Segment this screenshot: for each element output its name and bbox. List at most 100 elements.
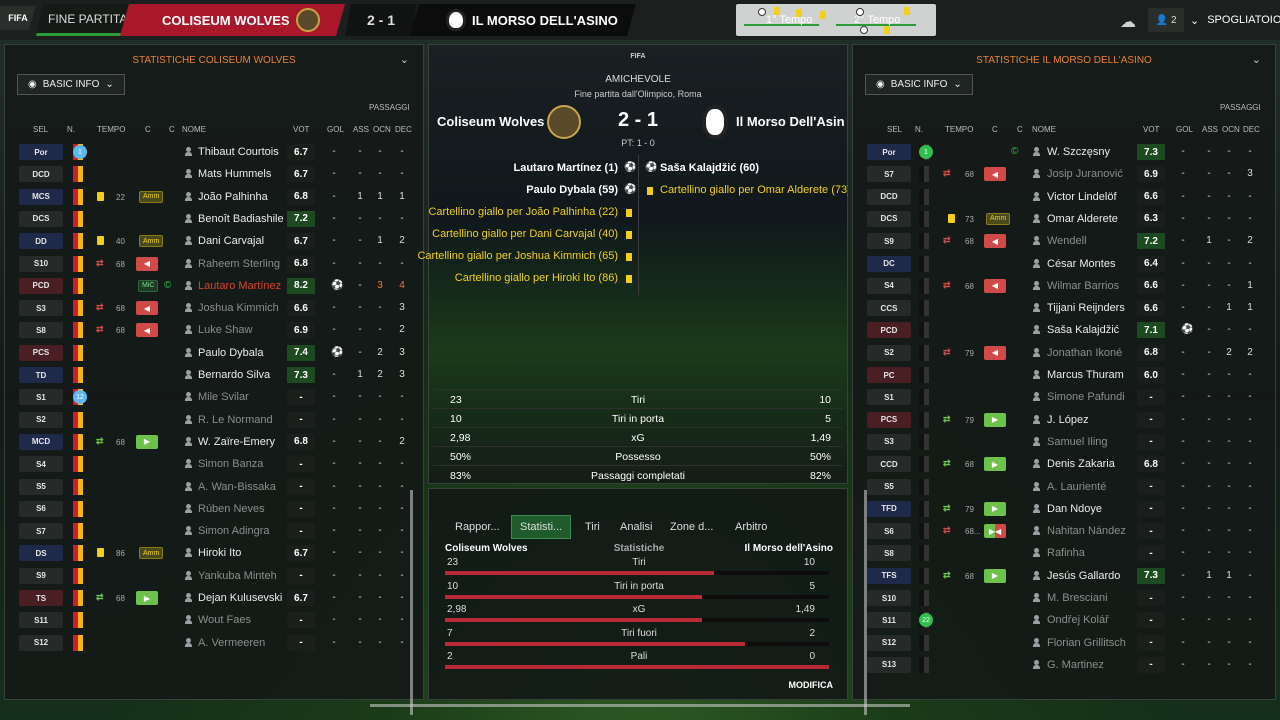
kit-icon <box>73 166 83 183</box>
player-row[interactable]: S4 Simon Banza - - - - - <box>5 453 423 475</box>
stat-label: Tiri fuori <box>621 627 657 639</box>
player-row[interactable]: S2 R. Le Normand - - - - - <box>5 409 423 431</box>
player-row[interactable]: S12 A. Vermeeren - - - - - <box>5 632 423 654</box>
player-row[interactable]: S7 Simon Adingra - - - - - <box>5 520 423 542</box>
player-row[interactable]: MCS 22 Amm João Palhinha 6.8 - 1 1 1 <box>5 186 423 208</box>
player-row[interactable]: DCS 73 Amm Omar Alderete 6.3 - - - - <box>853 208 1275 230</box>
player-row[interactable]: CCS Tijjani Reijnders 6.6 - - 1 1 <box>853 297 1275 319</box>
player-rating: - <box>1137 433 1165 450</box>
player-row[interactable]: PC Marcus Thuram 6.0 - - - - <box>853 364 1275 386</box>
player-row[interactable]: S11 22 Ondřej Kolář - - - - - <box>853 609 1275 631</box>
yellow-card-marker-icon <box>884 26 890 34</box>
away-value: 1,49 <box>795 604 815 615</box>
users-indicator[interactable]: 👤 2 <box>1148 8 1184 32</box>
goals-value: - <box>332 458 336 470</box>
player-row[interactable]: TFS ⇄ 68 ▶ Jesús Gallardo 7.3 - 1 1 - <box>853 565 1275 587</box>
player-row[interactable]: DCD Victor Lindelöf 6.6 - - - - <box>853 186 1275 208</box>
substitution-arrows-icon: ⇄ <box>943 525 951 536</box>
basic-info-dropdown[interactable]: ◉ BASIC INFO ⌄ <box>17 74 125 95</box>
player-row[interactable]: PCD Saša Kalajdžić 7.1 ⚽ - - - <box>853 319 1275 341</box>
decisive-passes-value: - <box>400 614 404 626</box>
player-row[interactable]: S3 Samuel Iling - - - - - <box>853 431 1275 453</box>
player-row[interactable]: S12 Florian Grillitsch - - - - - <box>853 632 1275 654</box>
goals-value: - <box>1181 547 1185 559</box>
player-row[interactable]: DCS Benoît Badiashile 7.2 - - - - <box>5 208 423 230</box>
player-row[interactable]: S5 A. Laurienté - - - - - <box>853 476 1275 498</box>
player-icon <box>1033 147 1040 156</box>
player-row[interactable]: S6 Rúben Neves - - - - - <box>5 498 423 520</box>
tab-5[interactable]: Arbitro <box>735 515 767 539</box>
player-row[interactable]: DC César Montes 6.4 - - - - <box>853 253 1275 275</box>
player-row[interactable]: S9 ⇄ 68 ◀ Wendell 7.2 - 1 - 2 <box>853 230 1275 252</box>
player-row[interactable]: MCD ⇄ 68 ▶ W. Zaïre-Emery 6.8 - - - 2 <box>5 431 423 453</box>
collapse-chevron-icon[interactable]: ⌄ <box>400 53 409 66</box>
player-row[interactable]: S4 ⇄ 68 ◀ Wilmar Barrios 6.6 - - - 1 <box>853 275 1275 297</box>
assists-value: - <box>1207 658 1211 670</box>
player-name: Jonathan Ikoné <box>1047 346 1123 359</box>
player-row[interactable]: TFD ⇄ 79 ▶ Dan Ndoye - - - - - <box>853 498 1275 520</box>
position-badge: S8 <box>19 322 63 339</box>
player-row[interactable]: DD 40 Amm Dani Carvajal 6.7 - - 1 2 <box>5 230 423 252</box>
player-row[interactable]: S11 Wout Faes - - - - - <box>5 609 423 631</box>
kit-icon <box>73 233 83 250</box>
player-row[interactable]: S6 ⇄ 68... ▶◀ Nahitan Nández - - - - - <box>853 520 1275 542</box>
tab-0[interactable]: Rappor... <box>455 515 500 539</box>
player-row[interactable]: S9 Yankuba Minteh - - - - - <box>5 565 423 587</box>
player-row[interactable]: S7 ⇄ 68 ◀ Josip Juranović 6.9 - - - 3 <box>853 163 1275 185</box>
assists-value: - <box>1207 592 1211 603</box>
tab-4[interactable]: Zone d... <box>670 515 713 539</box>
key-passes-value: - <box>1227 257 1231 269</box>
player-row[interactable]: S1 12 Mile Svilar - - - - - <box>5 386 423 408</box>
player-name: Dejan Kulusevski <box>198 592 283 604</box>
collapse-chevron-icon[interactable]: ⌄ <box>1252 53 1261 66</box>
stat-bar-track <box>445 594 829 599</box>
summary-row: 2,98 xG 1,49 <box>433 427 843 446</box>
player-row[interactable]: PCD MiC © Lautaro Martínez 8.2 ⚽ - 3 4 <box>5 275 423 297</box>
dressing-room-button[interactable]: ⌄ SPOGLIATOIO <box>1190 8 1280 32</box>
player-name: Simon Adingra <box>198 525 270 538</box>
player-row[interactable]: Por 1 © W. Szczęsny 7.3 - - - - <box>853 141 1275 163</box>
decisive-passes-value: 1 <box>1247 302 1253 314</box>
player-row[interactable]: S8 Rafinha - - - - - <box>853 542 1275 564</box>
away-value: 50% <box>809 451 831 463</box>
player-row[interactable]: DS 86 Amm Hiroki Ito 6.7 - - - - <box>5 542 423 564</box>
player-row[interactable]: TD Bernardo Silva 7.3 - 1 2 3 <box>5 364 423 386</box>
player-row[interactable]: S10 ⇄ 68 ◀ Raheem Sterling 6.8 - - - - <box>5 253 423 275</box>
position-badge: S5 <box>19 478 63 495</box>
tab-3[interactable]: Analisi <box>620 515 652 539</box>
player-row[interactable]: DCD Mats Hummels 6.7 - - - - <box>5 163 423 185</box>
player-row[interactable]: S1 Simone Pafundi - - - - - <box>853 386 1275 408</box>
player-name: Wout Faes <box>198 614 251 627</box>
kit-icon <box>73 411 83 428</box>
decisive-passes-value: 4 <box>399 279 405 291</box>
modifica-button[interactable]: MODIFICA <box>789 680 834 690</box>
player-row[interactable]: S2 ⇄ 79 ◀ Jonathan Ikoné 6.8 - - 2 2 <box>853 342 1275 364</box>
player-rating: - <box>1137 612 1165 629</box>
goal-ball-icon: ⚽ <box>645 162 658 173</box>
player-row[interactable]: S5 A. Wan-Bissaka - - - - - <box>5 476 423 498</box>
kit-icon <box>73 634 83 651</box>
player-row[interactable]: S13 G. Martinez - - - - - <box>853 654 1275 676</box>
stat-label: Pali <box>630 651 648 662</box>
match-timeline[interactable]: 1° Tempo 2° Tempo <box>736 4 936 36</box>
column-header-c1: C <box>145 125 151 134</box>
player-row[interactable]: CCD ⇄ 68 ▶ Denis Zakaria 6.8 - - - - <box>853 453 1275 475</box>
player-row[interactable]: PCS Paulo Dybala 7.4 ⚽ - 2 3 <box>5 342 423 364</box>
tab-1[interactable]: Statisti... <box>511 515 572 539</box>
stat-label: Tiri in porta <box>611 413 665 425</box>
basic-info-dropdown[interactable]: ◉ BASIC INFO ⌄ <box>865 74 973 95</box>
player-row[interactable]: S10 M. Bresciani - - - - - <box>853 587 1275 609</box>
assists-value: - <box>358 458 362 470</box>
tab-2[interactable]: Tiri <box>585 515 600 539</box>
player-row[interactable]: Por 1 Thibaut Courtois 6.7 - - - - <box>5 141 423 163</box>
kit-icon <box>73 523 83 540</box>
player-row[interactable]: S3 ⇄ 68 ◀ Joshua Kimmich 6.6 - - - 3 <box>5 297 423 319</box>
player-row[interactable]: S8 ⇄ 68 ◀ Luke Shaw 6.9 - - - 2 <box>5 319 423 341</box>
key-passes-value: - <box>1227 502 1231 514</box>
shirt-number: 22 <box>919 613 933 628</box>
player-row[interactable]: PCS ⇄ 79 ▶ J. López - - - - - <box>853 409 1275 431</box>
player-rating: 6.0 <box>1137 367 1165 383</box>
player-row[interactable]: TS ⇄ 68 ▶ Dejan Kulusevski 6.7 - - - - <box>5 587 423 609</box>
kit-icon <box>919 300 929 317</box>
event-minute: 68 <box>116 594 125 603</box>
